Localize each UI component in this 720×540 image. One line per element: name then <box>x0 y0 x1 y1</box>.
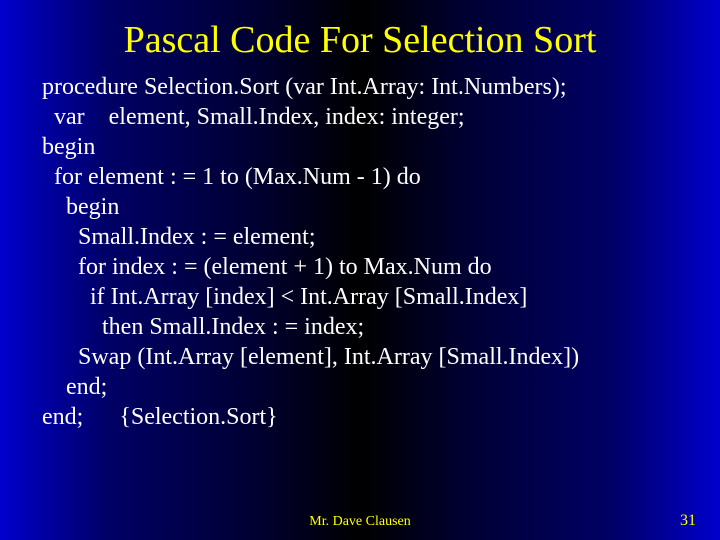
slide-title: Pascal Code For Selection Sort <box>0 0 720 72</box>
code-line: end; {Selection.Sort} <box>42 402 700 432</box>
footer-page-number: 31 <box>680 512 696 530</box>
code-line: procedure Selection.Sort (var Int.Array:… <box>42 72 700 102</box>
code-line: end; <box>42 372 700 402</box>
code-line: begin <box>42 192 700 222</box>
code-line: var element, Small.Index, index: integer… <box>42 102 700 132</box>
code-line: for element : = 1 to (Max.Num - 1) do <box>42 162 700 192</box>
code-block: procedure Selection.Sort (var Int.Array:… <box>0 72 720 432</box>
footer-author: Mr. Dave Clausen <box>0 514 720 530</box>
slide-container: Pascal Code For Selection Sort procedure… <box>0 0 720 540</box>
code-line: if Int.Array [index] < Int.Array [Small.… <box>42 282 700 312</box>
code-line: Small.Index : = element; <box>42 222 700 252</box>
code-line: for index : = (element + 1) to Max.Num d… <box>42 252 700 282</box>
code-line: then Small.Index : = index; <box>42 312 700 342</box>
code-line: Swap (Int.Array [element], Int.Array [Sm… <box>42 342 700 372</box>
code-line: begin <box>42 132 700 162</box>
